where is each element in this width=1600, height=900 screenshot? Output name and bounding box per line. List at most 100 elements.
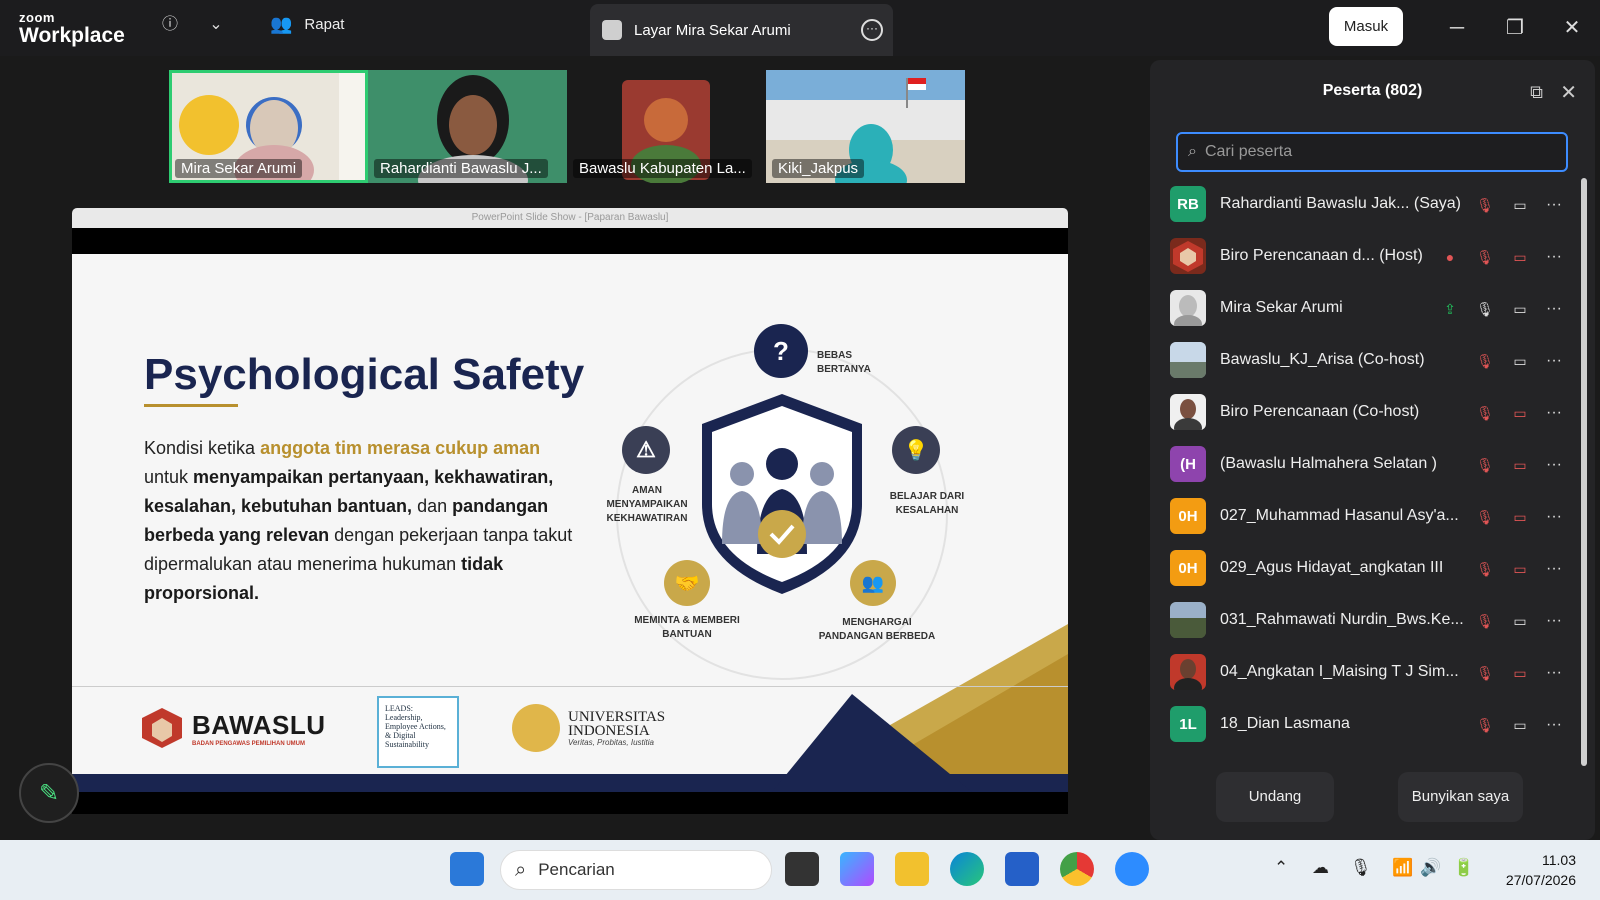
participant-row[interactable]: 1L 18_Dian Lasmana 🎙 ▭ ···: [1170, 698, 1570, 750]
mic-muted-icon[interactable]: 🎙: [1475, 663, 1495, 683]
chrome-icon[interactable]: [1060, 852, 1094, 886]
label-top: BEBAS BERTANYA: [817, 350, 871, 375]
signin-button[interactable]: Masuk: [1329, 7, 1403, 46]
camera-icon[interactable]: ▭: [1510, 195, 1530, 215]
handshake-icon: 🤝: [664, 560, 710, 606]
camera-icon[interactable]: ▭: [1510, 715, 1530, 735]
chevron-down-icon[interactable]: ⌄: [205, 14, 227, 36]
annotate-pencil-button[interactable]: ✎: [19, 763, 79, 823]
more-icon[interactable]: ···: [1544, 403, 1564, 423]
participant-row[interactable]: Mira Sekar Arumi ⇪ 🎙 ▭ ···: [1170, 282, 1570, 334]
participant-list: RB Rahardianti Bawaslu Jak... (Saya) 🎙 ▭…: [1170, 178, 1570, 758]
mic-muted-icon[interactable]: 🎙: [1475, 351, 1495, 371]
mic-muted-icon[interactable]: 🎙: [1475, 247, 1495, 267]
restore-icon[interactable]: ❐: [1503, 16, 1527, 40]
mic-icon[interactable]: 🎙: [1475, 299, 1495, 319]
more-icon[interactable]: ···: [1544, 351, 1564, 371]
invite-button[interactable]: Undang: [1216, 772, 1334, 822]
battery-icon[interactable]: 🔋: [1453, 858, 1474, 878]
camera-icon[interactable]: ▭: [1510, 351, 1530, 371]
wifi-icon[interactable]: 📶: [1392, 858, 1413, 878]
question-icon: ?: [754, 324, 808, 378]
camera-icon[interactable]: ▭: [1510, 611, 1530, 631]
tray-chevron-icon[interactable]: ⌃: [1274, 858, 1288, 878]
participant-name: Biro Perencanaan (Co-host): [1220, 403, 1420, 420]
more-icon[interactable]: ···: [1544, 663, 1564, 683]
participant-name: 04_Angkatan I_Maising T J Sim...: [1220, 663, 1459, 680]
minimize-icon[interactable]: ─: [1445, 16, 1469, 40]
mic-muted-icon[interactable]: 🎙: [1475, 195, 1495, 215]
avatar: [1170, 238, 1206, 274]
copilot-icon[interactable]: [840, 852, 874, 886]
participant-search[interactable]: ⌕: [1176, 132, 1568, 172]
close-panel-icon[interactable]: ✕: [1560, 80, 1577, 105]
cloud-off-icon[interactable]: ☁: [1312, 858, 1329, 878]
more-icon[interactable]: ···: [1544, 247, 1564, 267]
thumbnail-rahardianti[interactable]: Rahardianti Bawaslu J...: [368, 70, 567, 183]
info-icon[interactable]: ⓘ: [159, 14, 181, 36]
mic-tray-icon[interactable]: 🎙: [1350, 858, 1372, 878]
mic-muted-icon[interactable]: 🎙: [1475, 455, 1495, 475]
camera-off-icon[interactable]: ▭: [1510, 507, 1530, 527]
participant-name: 031_Rahmawati Nurdin_Bws.Ke...: [1220, 611, 1464, 628]
camera-off-icon[interactable]: ▭: [1510, 663, 1530, 683]
mic-muted-icon[interactable]: 🎙: [1475, 403, 1495, 423]
bawaslu-wordmark: BAWASLU: [192, 709, 326, 740]
mic-muted-icon[interactable]: 🎙: [1475, 715, 1495, 735]
participants-panel: Peserta (802) ⧉ ✕ ⌕ RB Rahardianti Bawas…: [1150, 60, 1595, 840]
participant-row[interactable]: Bawaslu_KJ_Arisa (Co-host) 🎙 ▭ ···: [1170, 334, 1570, 386]
more-icon[interactable]: ···: [1544, 559, 1564, 579]
participant-row[interactable]: 031_Rahmawati Nurdin_Bws.Ke... 🎙 ▭ ···: [1170, 594, 1570, 646]
brand-bottom: Workplace: [19, 24, 125, 47]
clock[interactable]: 11.03 27/07/2026: [1506, 850, 1576, 890]
windows-start-icon[interactable]: [450, 852, 484, 886]
share-screen-tab[interactable]: Layar Mira Sekar Arumi ···: [590, 4, 893, 56]
participant-row[interactable]: 0H 029_Agus Hidayat_angkatan III 🎙 ▭ ···: [1170, 542, 1570, 594]
more-icon[interactable]: ···: [1544, 299, 1564, 319]
slideshow-window-title: PowerPoint Slide Show - [Paparan Bawaslu…: [72, 208, 1068, 228]
file-explorer-icon[interactable]: [895, 852, 929, 886]
camera-off-icon[interactable]: ▭: [1510, 455, 1530, 475]
mic-muted-icon[interactable]: 🎙: [1475, 611, 1495, 631]
camera-off-icon[interactable]: ▭: [1510, 559, 1530, 579]
participant-row[interactable]: 0H 027_Muhammad Hasanul Asy'a... 🎙 ▭ ···: [1170, 490, 1570, 542]
participant-row[interactable]: 04_Angkatan I_Maising T J Sim... 🎙 ▭ ···: [1170, 646, 1570, 698]
mic-muted-icon[interactable]: 🎙: [1475, 559, 1495, 579]
close-icon[interactable]: ✕: [1560, 16, 1584, 40]
task-view-icon[interactable]: [785, 852, 819, 886]
participant-name: Rahardianti Bawaslu Jak... (Saya): [1220, 195, 1461, 212]
ui-wordmark-2: INDONESIA: [568, 722, 650, 739]
volume-icon[interactable]: 🔊: [1420, 858, 1441, 878]
participant-row[interactable]: Biro Perencanaan d... (Host) ● 🎙 ▭ ···: [1170, 230, 1570, 282]
edge-icon[interactable]: [950, 852, 984, 886]
more-icon[interactable]: ···: [1544, 195, 1564, 215]
camera-icon[interactable]: ▭: [1510, 299, 1530, 319]
camera-off-icon[interactable]: ▭: [1510, 247, 1530, 267]
ui-logo: UNIVERSITAS INDONESIA Veritas, Probitas,…: [512, 704, 665, 752]
search-input[interactable]: [1204, 143, 1535, 161]
more-icon[interactable]: ···: [1544, 611, 1564, 631]
meeting-tab[interactable]: 👥 Rapat: [270, 14, 344, 35]
participant-row[interactable]: Biro Perencanaan (Co-host) 🎙 ▭ ···: [1170, 386, 1570, 438]
thumbnail-kiki[interactable]: Kiki_Jakpus: [766, 70, 965, 183]
avatar: [1170, 290, 1206, 326]
more-icon[interactable]: ···: [1544, 455, 1564, 475]
participant-scrollbar[interactable]: [1581, 178, 1587, 766]
footer-divider: [72, 686, 1068, 687]
thumbnail-mira[interactable]: Mira Sekar Arumi: [169, 70, 368, 183]
recording-icon: ●: [1445, 249, 1455, 265]
camera-off-icon[interactable]: ▭: [1510, 403, 1530, 423]
participants-icon: 👥: [270, 14, 293, 34]
zoom-app-icon[interactable]: [1115, 852, 1149, 886]
more-icon[interactable]: ···: [1544, 715, 1564, 735]
store-icon[interactable]: [1005, 852, 1039, 886]
popout-icon[interactable]: ⧉: [1530, 82, 1543, 103]
thumbnail-bawaslu-kab[interactable]: Bawaslu Kabupaten La...: [567, 70, 766, 183]
participant-row[interactable]: RB Rahardianti Bawaslu Jak... (Saya) 🎙 ▭…: [1170, 178, 1570, 230]
more-icon[interactable]: ···: [1544, 507, 1564, 527]
participant-row[interactable]: (H (Bawaslu Halmahera Selatan ) 🎙 ▭ ···: [1170, 438, 1570, 490]
unmute-me-button[interactable]: Bunyikan saya: [1398, 772, 1523, 822]
taskbar-search[interactable]: ⌕ Pencarian: [500, 850, 772, 890]
more-options-icon[interactable]: ···: [861, 19, 883, 41]
mic-muted-icon[interactable]: 🎙: [1475, 507, 1495, 527]
